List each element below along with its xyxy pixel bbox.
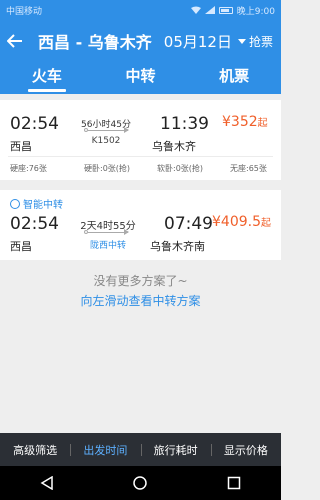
transfer-depart-time: 02:54	[10, 214, 59, 234]
nav-back-button[interactable]	[27, 466, 67, 500]
smart-transfer-icon	[10, 198, 20, 209]
mode-tabs: 火车 中转 机票	[0, 62, 281, 94]
clock-label: 晚上9:00	[236, 6, 275, 17]
wifi-icon	[190, 6, 201, 14]
date-label: 05月12日	[163, 32, 232, 51]
seat-standing: 无座:65张	[230, 164, 267, 173]
filter-bar: 高级筛选 出发时间 旅行耗时 显示价格	[0, 433, 281, 466]
route-arrow	[88, 127, 129, 133]
seat-hard-sleeper: 硬卧:0张(抢)	[84, 164, 131, 173]
transfer-result-card[interactable]: 智能中转 02:54 西昌 2天4时55分 陇西中转 07:49 乌鲁木齐南 ¥…	[0, 190, 281, 260]
seat-soft-sleeper: 软卧:0张(抢)	[157, 164, 204, 173]
battery-icon	[218, 6, 233, 14]
status-bar: 中国移动 晚上9:00	[0, 0, 281, 20]
grab-ticket-button[interactable]: 抢票	[249, 33, 273, 50]
carrier-label: 中国移动	[6, 6, 43, 17]
signal-icon	[204, 6, 215, 14]
square-recents-icon	[227, 476, 241, 490]
price-label: ¥352起	[222, 114, 268, 130]
app-header: 西昌 - 乌鲁木齐 05月12日 抢票	[0, 20, 281, 62]
transfer-arrow	[88, 229, 129, 235]
train-number: K1502	[91, 136, 121, 146]
transfer-price: ¥409.5起	[212, 214, 271, 230]
transfer-via: 陇西中转	[89, 241, 126, 251]
back-arrow-icon	[7, 34, 22, 48]
nav-recents-button[interactable]	[214, 466, 254, 500]
filter-duration[interactable]: 旅行耗时	[140, 442, 211, 458]
back-button[interactable]	[0, 20, 30, 62]
transfer-depart-station: 西昌	[10, 240, 32, 253]
arrive-station: 乌鲁木齐	[152, 140, 196, 153]
system-nav-bar	[0, 466, 281, 500]
tab-transfer[interactable]: 中转	[94, 62, 188, 94]
triangle-back-icon	[40, 476, 53, 490]
smart-transfer-label: 智能中转	[10, 196, 63, 211]
date-selector[interactable]: 05月12日	[164, 31, 246, 52]
depart-time: 02:54	[10, 114, 59, 134]
route-title: 西昌 - 乌鲁木齐	[38, 33, 152, 52]
no-more-results: 没有更多方案了~	[93, 274, 188, 288]
transfer-arrive-time: 07:49	[164, 214, 213, 234]
depart-station: 西昌	[10, 140, 32, 153]
caret-down-icon	[237, 38, 246, 44]
transfer-arrive-station: 乌鲁木齐南	[150, 240, 205, 253]
swipe-transfer-link[interactable]: 向左滑动查看中转方案	[0, 292, 281, 309]
seat-hard-seat: 硬座:76张	[10, 164, 47, 173]
divider	[8, 156, 273, 157]
tab-flight[interactable]: 机票	[187, 62, 281, 94]
tab-train[interactable]: 火车	[0, 62, 94, 94]
filter-advanced[interactable]: 高级筛选	[0, 442, 70, 458]
circle-home-icon	[133, 476, 148, 490]
filter-price[interactable]: 显示价格	[210, 442, 281, 458]
filter-depart-time[interactable]: 出发时间	[70, 442, 140, 458]
train-result-card[interactable]: 02:54 西昌 56小时45分 K1502 11:39 乌鲁木齐 ¥352起 …	[0, 100, 281, 180]
nav-home-button[interactable]	[120, 466, 160, 500]
arrive-time: 11:39	[160, 114, 209, 134]
